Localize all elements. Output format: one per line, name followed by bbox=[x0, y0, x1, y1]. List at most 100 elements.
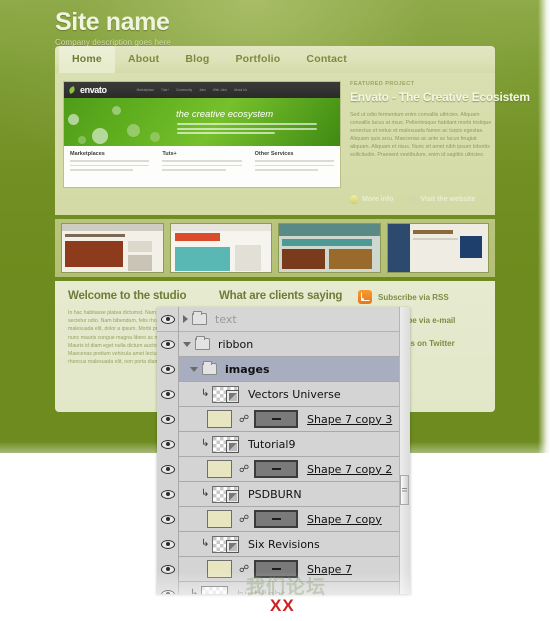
vector-mask-thumbnail bbox=[254, 410, 298, 428]
photoshop-layers-panel[interactable]: text ribbon images ↳ Vectors Universe ☍ … bbox=[157, 307, 410, 594]
eye-icon bbox=[160, 514, 175, 524]
nav-item-about[interactable]: About bbox=[115, 46, 172, 73]
thumbnail-psdburn[interactable] bbox=[169, 223, 272, 273]
layer-row-text[interactable]: text bbox=[157, 307, 410, 332]
thumbnail-body bbox=[387, 224, 488, 272]
subscribe-rss[interactable]: Subscribe via RSS bbox=[358, 290, 486, 304]
watermark-chinese: 我们论坛 bbox=[246, 577, 327, 598]
layer-content: ☍ Shape 7 copy 3 bbox=[179, 407, 410, 432]
layer-row-images[interactable]: images bbox=[157, 356, 410, 382]
envato-nav-item: About Us bbox=[233, 88, 248, 92]
eye-icon bbox=[160, 589, 175, 594]
nav-item-portfolio[interactable]: Portfolio bbox=[222, 46, 293, 73]
layer-row-shape-7-copy-3[interactable]: ☍ Shape 7 copy 3 bbox=[157, 406, 410, 432]
clipping-mask-arrow-icon: ↳ bbox=[190, 588, 199, 595]
featured-project-actions: More info Visit the website bbox=[350, 195, 475, 204]
nav-item-home[interactable]: Home bbox=[59, 46, 115, 73]
link-icon[interactable]: ☍ bbox=[239, 514, 249, 525]
link-icon[interactable]: ☍ bbox=[239, 414, 249, 425]
envato-logo: envato bbox=[80, 85, 107, 95]
rss-icon bbox=[358, 290, 372, 304]
layer-thumbnail bbox=[207, 460, 232, 478]
thumbnail-body bbox=[170, 231, 271, 272]
layer-row-six-revisions[interactable]: ↳ Six Revisions bbox=[157, 531, 410, 557]
envato-column: Marketplaces bbox=[70, 151, 150, 187]
layer-row-ribbon[interactable]: ribbon bbox=[157, 331, 410, 357]
chevron-right-icon[interactable] bbox=[183, 315, 188, 323]
layer-visibility-toggle[interactable] bbox=[157, 406, 179, 432]
envato-nav-item: Web Jobs bbox=[212, 88, 227, 92]
layer-content: ☍ Shape 7 copy bbox=[179, 507, 410, 532]
layer-row-shape-7-copy[interactable]: ☍ Shape 7 copy bbox=[157, 506, 410, 532]
visit-website-label: Visit the website bbox=[420, 196, 476, 203]
chevron-down-icon[interactable] bbox=[183, 341, 191, 347]
nav-item-contact[interactable]: Contact bbox=[293, 46, 359, 73]
clipping-mask-arrow-icon: ↳ bbox=[201, 488, 210, 499]
envato-topbar: envato Marketplace Tuts+ Community Jobs … bbox=[64, 82, 340, 98]
layer-name: Shape 7 copy 2 bbox=[307, 462, 393, 476]
layer-thumbnail bbox=[207, 560, 232, 578]
envato-column-heading: Other Services bbox=[254, 151, 294, 157]
layer-content: ↳ Vectors Universe bbox=[179, 382, 410, 407]
layer-visibility-toggle[interactable] bbox=[157, 581, 179, 594]
layer-row-tutorial9[interactable]: ↳ Tutorial9 bbox=[157, 431, 410, 457]
layer-name: Vectors Universe bbox=[248, 387, 341, 401]
thumbnail-tutorial9[interactable] bbox=[278, 223, 381, 273]
site-header: Site name Company description goes here bbox=[55, 8, 495, 47]
magnifier-icon bbox=[407, 195, 417, 204]
envato-column-heading: Tuts+ bbox=[162, 151, 177, 157]
featured-project-screenshot[interactable]: envato Marketplace Tuts+ Community Jobs … bbox=[63, 81, 341, 188]
layer-row-psdburn[interactable]: ↳ PSDBURN bbox=[157, 481, 410, 507]
envato-nav-item: Community bbox=[175, 88, 193, 92]
layer-visibility-toggle[interactable] bbox=[157, 356, 179, 382]
scrollbar-thumb[interactable] bbox=[400, 475, 409, 505]
layer-visibility-toggle[interactable] bbox=[157, 506, 179, 532]
layer-row-shape-7-copy-2[interactable]: ☍ Shape 7 copy 2 bbox=[157, 456, 410, 482]
layer-name: ribbon bbox=[218, 337, 254, 351]
envato-nav-item: Jobs bbox=[199, 88, 206, 92]
eye-icon bbox=[160, 539, 175, 549]
layer-visibility-toggle[interactable] bbox=[157, 531, 179, 557]
nav-item-blog[interactable]: Blog bbox=[172, 46, 222, 73]
layer-visibility-toggle[interactable] bbox=[157, 307, 179, 332]
leaf-icon bbox=[68, 86, 76, 94]
layer-name: PSDBURN bbox=[248, 487, 302, 501]
layer-thumbnail bbox=[212, 535, 239, 553]
envato-footer-columns: Marketplaces Tuts+ Other Services bbox=[64, 146, 340, 187]
bubble-decoration bbox=[78, 136, 86, 144]
layer-thumbnail bbox=[207, 410, 232, 428]
layer-visibility-toggle[interactable] bbox=[157, 381, 179, 407]
thumbnail-body bbox=[279, 224, 380, 272]
eye-icon bbox=[160, 339, 175, 349]
layer-visibility-toggle[interactable] bbox=[157, 456, 179, 482]
layer-thumbnail bbox=[212, 485, 239, 503]
more-info-button[interactable]: More info bbox=[350, 195, 394, 204]
smart-object-badge-icon bbox=[226, 539, 239, 553]
envato-column: Other Services bbox=[254, 151, 334, 187]
layer-row-vectors-universe[interactable]: ↳ Vectors Universe bbox=[157, 381, 410, 407]
envato-subtext bbox=[177, 123, 317, 137]
envato-tagline: the creative ecosystem bbox=[176, 109, 274, 120]
layer-visibility-toggle[interactable] bbox=[157, 556, 179, 582]
eye-icon bbox=[160, 489, 175, 499]
envato-nav-item: Marketplace bbox=[136, 88, 154, 92]
envato-column: Tuts+ bbox=[162, 151, 242, 187]
layer-visibility-toggle[interactable] bbox=[157, 481, 179, 507]
thumbnail-vectors-universe[interactable] bbox=[386, 223, 489, 273]
chevron-down-icon[interactable] bbox=[190, 366, 198, 372]
layer-visibility-toggle[interactable] bbox=[157, 431, 179, 457]
visit-website-button[interactable]: Visit the website bbox=[407, 195, 476, 204]
thumbnail-six-revisions[interactable] bbox=[61, 223, 164, 273]
watermark-red-text: XX bbox=[270, 596, 295, 615]
featured-project-description: Sed ut odio fermentum enim convallis ult… bbox=[350, 112, 492, 158]
layer-content: images bbox=[179, 357, 410, 382]
smart-object-badge-icon bbox=[226, 389, 239, 403]
layer-name: Shape 7 copy bbox=[307, 512, 382, 526]
layer-visibility-toggle[interactable] bbox=[157, 331, 179, 357]
layers-panel-scrollbar[interactable] bbox=[399, 307, 410, 594]
layer-name: Shape 7 copy 3 bbox=[307, 412, 393, 426]
bubble-decoration bbox=[112, 106, 121, 115]
layer-thumbnail bbox=[212, 385, 239, 403]
bubble-decoration bbox=[127, 124, 140, 137]
link-icon[interactable]: ☍ bbox=[239, 464, 249, 475]
